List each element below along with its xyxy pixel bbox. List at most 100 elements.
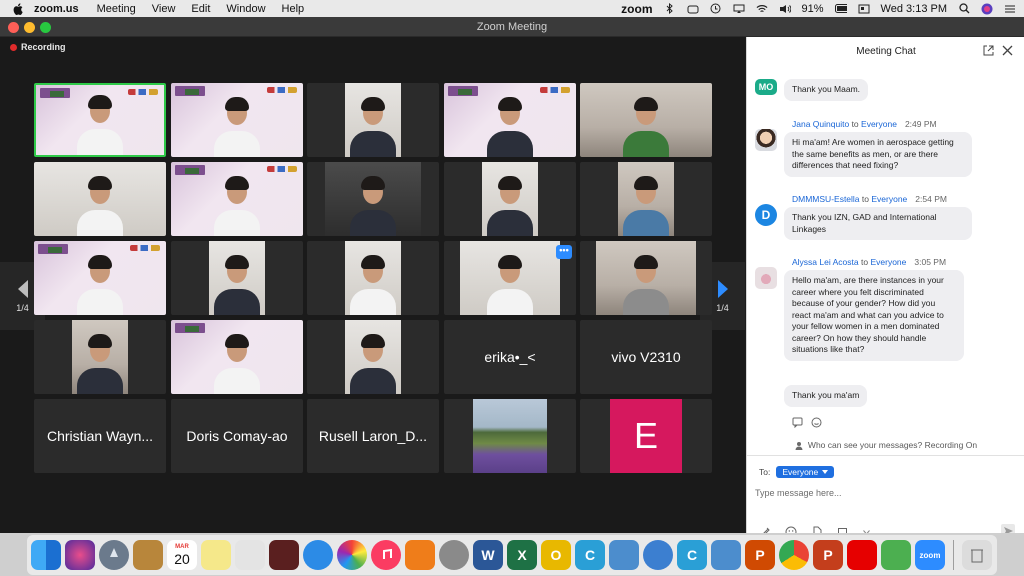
photo-booth-icon[interactable] (269, 540, 299, 570)
finder-icon[interactable] (31, 540, 61, 570)
menu-meeting[interactable]: Meeting (97, 3, 136, 15)
spotlight-search-icon[interactable] (958, 3, 970, 14)
system-preferences-icon[interactable] (439, 540, 469, 570)
menu-edit[interactable]: Edit (191, 3, 210, 15)
office-o-icon[interactable]: O (541, 540, 571, 570)
zoom-status-menu[interactable]: zoom (621, 2, 652, 16)
books-icon[interactable] (405, 540, 435, 570)
chrome-icon[interactable] (779, 540, 809, 570)
participant-name-tile[interactable]: vivo V2310 (580, 320, 712, 394)
excel-icon[interactable]: X (507, 540, 537, 570)
participant-video-tile[interactable] (444, 83, 576, 157)
calendar-icon[interactable]: MAR 20 (167, 540, 197, 570)
music-icon[interactable] (371, 540, 401, 570)
message-bubble[interactable]: Thank you Maam. (784, 79, 869, 101)
participant-video-tile[interactable] (307, 320, 439, 394)
participant-video-tile[interactable] (171, 241, 303, 315)
recipient-dropdown[interactable]: Everyone (776, 466, 835, 478)
participant-video-tile[interactable]: ••• (444, 241, 576, 315)
notes-icon[interactable] (201, 540, 231, 570)
acrobat-icon[interactable] (847, 540, 877, 570)
reply-icon[interactable] (792, 417, 803, 428)
launchpad-icon[interactable] (99, 540, 129, 570)
volume-icon[interactable] (779, 3, 791, 14)
participant-video-tile[interactable] (444, 162, 576, 236)
participant-video-tile[interactable] (34, 162, 166, 236)
participant-video-tile[interactable] (34, 241, 166, 315)
zoom-app-icon[interactable]: zoom (915, 540, 945, 570)
participant-video-tile[interactable] (580, 162, 712, 236)
participant-figure (77, 93, 123, 155)
participant-video-tile[interactable] (34, 320, 166, 394)
users-app-icon[interactable] (609, 540, 639, 570)
message-header: Jana Quinquito to Everyone 2:49 PM (792, 119, 937, 129)
word-icon[interactable]: W (473, 540, 503, 570)
c-app-2-icon[interactable]: C (677, 540, 707, 570)
more-options-button[interactable]: ••• (556, 245, 572, 259)
close-icon[interactable] (1002, 45, 1013, 56)
bluetooth-icon[interactable] (664, 3, 676, 14)
participant-video-tile[interactable] (580, 241, 712, 315)
siri-icon[interactable] (65, 540, 95, 570)
control-center-icon[interactable] (1004, 3, 1016, 14)
battery-icon[interactable] (834, 3, 847, 14)
add-reaction-icon[interactable] (811, 417, 822, 428)
to-word: to (861, 257, 869, 267)
maps-icon[interactable] (235, 540, 265, 570)
sender-name[interactable]: Jana Quinquito (792, 119, 849, 129)
participant-name-tile[interactable]: Rusell Laron_D... (307, 399, 439, 473)
c-app-icon[interactable]: C (575, 540, 605, 570)
sender-name[interactable]: Alyssa Lei Acosta (792, 257, 859, 267)
participant-video-tile[interactable] (307, 162, 439, 236)
notefile-icon[interactable] (133, 540, 163, 570)
message-header: DMMMSU-Estella to Everyone 2:54 PM (792, 194, 947, 204)
message-bubble[interactable]: Hello ma'am, are there instances in your… (784, 270, 964, 361)
figure-body (77, 210, 123, 236)
apple-icon[interactable] (12, 2, 24, 15)
p-app-icon[interactable]: P (745, 540, 775, 570)
participant-figure (623, 174, 669, 236)
message-bubble[interactable]: Hi ma'am! Are women in aerospace getting… (784, 132, 972, 177)
participant-video-tile[interactable] (307, 83, 439, 157)
message-bubble[interactable]: Thank you IZN, GAD and International Lin… (784, 207, 972, 240)
participant-name-tile[interactable]: Christian Wayn... (34, 399, 166, 473)
download-app-icon[interactable] (881, 540, 911, 570)
pop-out-icon[interactable] (983, 45, 994, 56)
participant-video-tile[interactable] (307, 241, 439, 315)
menu-window[interactable]: Window (226, 3, 265, 15)
participant-name-tile[interactable]: Doris Comay-ao (171, 399, 303, 473)
chat-message-input[interactable] (755, 485, 1015, 501)
photos-icon[interactable] (337, 540, 367, 570)
participant-video-tile[interactable] (171, 83, 303, 157)
trash-icon[interactable] (962, 540, 992, 570)
participant-video-tile[interactable] (34, 83, 166, 157)
menu-view[interactable]: View (152, 3, 176, 15)
cast-icon[interactable] (733, 3, 745, 14)
time-machine-icon[interactable] (710, 3, 722, 14)
globe-app-icon[interactable] (643, 540, 673, 570)
keyboard-flag-icon[interactable] (858, 3, 870, 14)
participant-video-tile[interactable] (171, 162, 303, 236)
app-menu-zoom[interactable]: zoom.us (34, 3, 79, 15)
wifi-icon[interactable] (756, 3, 768, 14)
recording-indicator[interactable]: Recording (10, 42, 66, 52)
message-bubble[interactable]: Thank you ma'am (784, 385, 868, 407)
event-banner-accent (185, 168, 199, 174)
users-app-2-icon[interactable] (711, 540, 741, 570)
participant-avatar-tile[interactable]: E (580, 399, 712, 473)
figure-hair (498, 255, 522, 269)
participant-video-tile[interactable] (171, 320, 303, 394)
messages-icon[interactable] (303, 540, 333, 570)
participant-video-tile[interactable] (580, 83, 712, 157)
participant-picture-tile[interactable] (444, 399, 576, 473)
siri-icon[interactable] (981, 3, 993, 14)
menu-help[interactable]: Help (282, 3, 305, 15)
menubar-clock[interactable]: Wed 3:13 PM (881, 3, 947, 15)
figure-hair (498, 176, 522, 190)
vpn-icon[interactable] (687, 3, 699, 14)
powerpoint-icon[interactable]: P (813, 540, 843, 570)
sender-name[interactable]: DMMMSU-Estella (792, 194, 860, 204)
message-visibility-link[interactable]: Who can see your messages? Recording On (747, 440, 1024, 450)
participant-name-tile[interactable]: erika•_< (444, 320, 576, 394)
figure-hair (361, 176, 385, 190)
